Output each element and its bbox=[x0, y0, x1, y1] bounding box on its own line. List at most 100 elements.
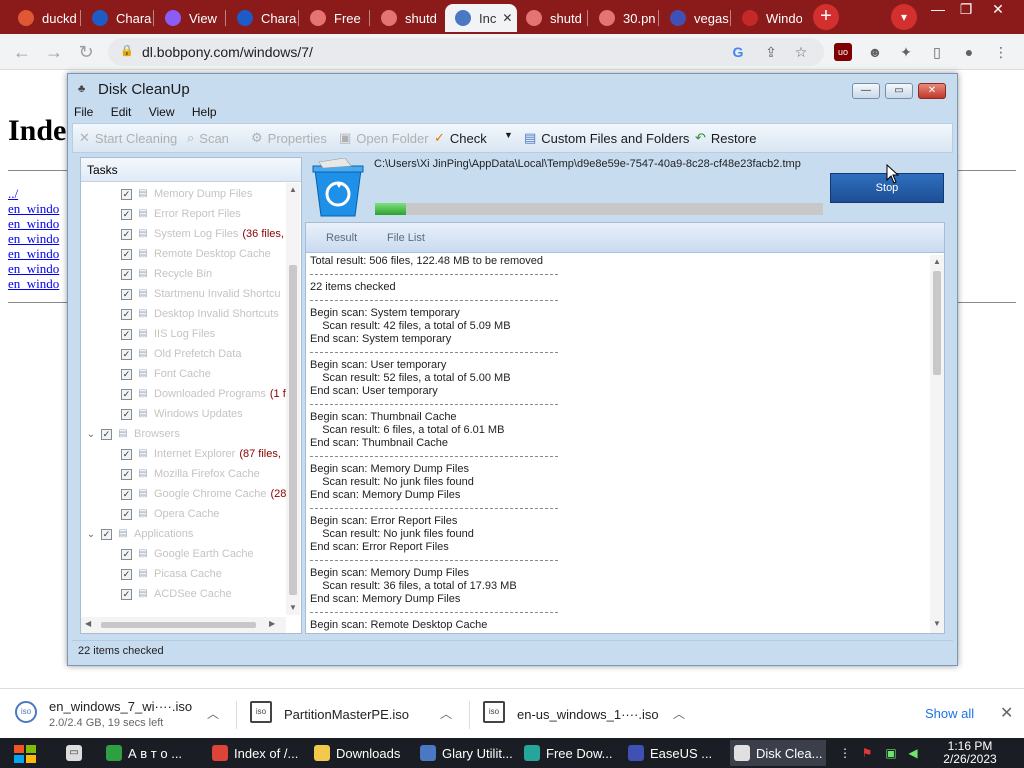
close-icon[interactable]: ✕ bbox=[1000, 703, 1013, 723]
task-item[interactable]: ✓ ▤ Mozilla Firefox Cache bbox=[81, 465, 287, 483]
profile-icon[interactable]: ● bbox=[960, 43, 978, 61]
taskbar-button[interactable]: А в т о ... bbox=[102, 740, 200, 766]
task-checkbox[interactable]: ✓ bbox=[121, 288, 132, 300]
task-item[interactable]: ✓ ▤ Internet Explorer (87 files, bbox=[81, 445, 287, 463]
browser-tab[interactable]: shutd bbox=[371, 4, 441, 32]
task-checkbox[interactable]: ✓ bbox=[101, 528, 112, 540]
network-icon[interactable]: ▣ bbox=[884, 746, 898, 760]
task-checkbox[interactable]: ✓ bbox=[121, 308, 132, 320]
tasks-vertical-scrollbar[interactable]: ▲ ▼ bbox=[286, 183, 300, 615]
window-maximize-button[interactable]: ▭ bbox=[885, 83, 913, 99]
share-icon[interactable]: ⇪ bbox=[762, 43, 780, 61]
window-close-button[interactable]: ✕ bbox=[918, 83, 946, 99]
taskbar-button[interactable]: Free Dow... bbox=[520, 740, 618, 766]
scroll-thumb[interactable] bbox=[101, 622, 256, 628]
expand-chevron-icon[interactable]: ⌄ bbox=[85, 429, 97, 440]
browser-tab[interactable]: shutd bbox=[516, 4, 586, 32]
tab-file-list[interactable]: File List bbox=[387, 232, 425, 244]
menu-edit[interactable]: Edit bbox=[111, 105, 132, 119]
task-checkbox[interactable]: ✓ bbox=[121, 388, 132, 400]
side-panel-icon[interactable]: ▯ bbox=[928, 43, 946, 61]
taskbar-button[interactable]: Downloads bbox=[310, 740, 410, 766]
windows-start-icon[interactable] bbox=[8, 743, 42, 765]
menu-view[interactable]: View bbox=[149, 105, 175, 119]
task-item[interactable]: ✓ ▤ ACDSee Cache bbox=[81, 585, 287, 603]
chevron-up-icon[interactable]: ︿ bbox=[207, 705, 219, 722]
task-checkbox[interactable]: ✓ bbox=[121, 468, 132, 480]
task-item[interactable]: ✓ ▤ Font Cache bbox=[81, 365, 287, 383]
task-item[interactable]: ✓ ▤ Startmenu Invalid Shortcu bbox=[81, 285, 287, 303]
window-minimize-button[interactable]: — bbox=[852, 83, 880, 99]
tab-close-icon[interactable]: ✕ bbox=[502, 11, 512, 25]
check-button[interactable]: ✓ Check bbox=[434, 130, 487, 146]
file-link[interactable]: en_windo bbox=[8, 276, 59, 292]
show-all-link[interactable]: Show all bbox=[925, 706, 974, 721]
restore-icon[interactable]: ❐ bbox=[950, 0, 982, 20]
browser-tab[interactable]: Chara bbox=[82, 4, 152, 32]
tab-search-button[interactable]: ▾ bbox=[891, 4, 917, 30]
taskbar-button[interactable]: Glary Utilit... bbox=[416, 740, 514, 766]
task-item[interactable]: ✓ ▤ Desktop Invalid Shortcuts bbox=[81, 305, 287, 323]
task-checkbox[interactable]: ✓ bbox=[121, 348, 132, 360]
download-item[interactable]: iso en-us_windows_1····.iso ︿ bbox=[483, 697, 693, 731]
new-tab-button[interactable]: + bbox=[813, 4, 839, 30]
scroll-down-arrow-icon[interactable]: ▼ bbox=[289, 603, 297, 612]
file-link[interactable]: en_windo bbox=[8, 246, 59, 262]
task-checkbox[interactable]: ✓ bbox=[121, 188, 132, 200]
task-checkbox[interactable]: ✓ bbox=[121, 228, 132, 240]
task-item[interactable]: ✓ ▤ Google Chrome Cache (28 bbox=[81, 485, 287, 503]
task-item[interactable]: ✓ ▤ Recycle Bin bbox=[81, 265, 287, 283]
overflow-kebab-icon[interactable]: ⋮ bbox=[838, 746, 852, 760]
browser-tab[interactable]: View bbox=[155, 4, 225, 32]
task-item[interactable]: ✓ ▤ Downloaded Programs (1 f bbox=[81, 385, 287, 403]
address-bar[interactable]: 🔒 dl.bobpony.com/windows/7/ bbox=[108, 38, 824, 66]
check-dropdown-chevron-icon[interactable]: ▼ bbox=[504, 130, 513, 140]
task-item[interactable]: ✓ ▤ Error Report Files bbox=[81, 205, 287, 223]
browser-tab[interactable]: Free bbox=[300, 4, 370, 32]
menu-help[interactable]: Help bbox=[192, 105, 217, 119]
restore-button[interactable]: ↶ Restore bbox=[695, 130, 756, 146]
custom-files-button[interactable]: ▤ Custom Files and Folders bbox=[524, 130, 689, 146]
open-folder-button[interactable]: ▣ Open Folder bbox=[339, 130, 429, 146]
menu-kebab-icon[interactable]: ⋮ bbox=[992, 43, 1010, 61]
puzzle-icon[interactable]: ✦ bbox=[897, 43, 915, 61]
extension-avatar-icon[interactable]: ☻ bbox=[866, 43, 884, 61]
back-arrow-icon[interactable]: ← bbox=[10, 41, 34, 65]
task-checkbox[interactable]: ✓ bbox=[121, 588, 132, 600]
task-item[interactable]: ✓ ▤ IIS Log Files bbox=[81, 325, 287, 343]
browser-tab[interactable]: vegas bbox=[660, 4, 730, 32]
chevron-up-icon[interactable]: ︿ bbox=[440, 705, 452, 722]
task-item[interactable]: ✓ ▤ Picasa Cache bbox=[81, 565, 287, 583]
reload-icon[interactable]: ↻ bbox=[74, 41, 98, 65]
browser-tab[interactable]: duckd bbox=[8, 4, 78, 32]
show-desktop-button[interactable]: ▭ bbox=[66, 740, 92, 766]
task-checkbox[interactable]: ✓ bbox=[121, 508, 132, 520]
start-cleaning-button[interactable]: ✕ Start Cleaning bbox=[79, 130, 177, 146]
log-vertical-scrollbar[interactable]: ▲ ▼ bbox=[930, 255, 944, 633]
task-item[interactable]: ✓ ▤ Google Earth Cache bbox=[81, 545, 287, 563]
scroll-thumb[interactable] bbox=[933, 271, 941, 375]
task-checkbox[interactable]: ✓ bbox=[121, 368, 132, 380]
task-item[interactable]: ✓ ▤ Opera Cache bbox=[81, 505, 287, 523]
taskbar-button[interactable]: Disk Clea... bbox=[730, 740, 826, 766]
task-checkbox[interactable]: ✓ bbox=[121, 248, 132, 260]
expand-chevron-icon[interactable]: ⌄ bbox=[85, 529, 97, 540]
task-checkbox[interactable]: ✓ bbox=[121, 268, 132, 280]
browser-tab[interactable]: 30.pn bbox=[589, 4, 659, 32]
download-item[interactable]: iso en_windows_7_wi····.iso 2.0/2.4 GB, … bbox=[15, 697, 235, 731]
menu-file[interactable]: File bbox=[74, 105, 93, 119]
scroll-left-arrow-icon[interactable]: ◀ bbox=[85, 619, 91, 628]
task-checkbox[interactable]: ✓ bbox=[121, 208, 132, 220]
scroll-down-arrow-icon[interactable]: ▼ bbox=[933, 619, 941, 628]
task-checkbox[interactable]: ✓ bbox=[101, 428, 112, 440]
parent-dir-link[interactable]: ../ bbox=[8, 186, 18, 202]
forward-arrow-icon[interactable]: → bbox=[42, 41, 66, 65]
taskbar-button[interactable]: Index of /... bbox=[208, 740, 304, 766]
system-clock[interactable]: 1:16 PM 2/26/2023 bbox=[940, 740, 1000, 766]
task-item[interactable]: ✓ ▤ Remote Desktop Cache bbox=[81, 245, 287, 263]
scroll-up-arrow-icon[interactable]: ▲ bbox=[933, 257, 941, 266]
download-item[interactable]: iso PartitionMasterPE.iso ︿ bbox=[250, 697, 460, 731]
task-item[interactable]: ✓ ▤ Old Prefetch Data bbox=[81, 345, 287, 363]
task-item[interactable]: ✓ ▤ System Log Files (36 files, bbox=[81, 225, 287, 243]
chevron-up-icon[interactable]: ︿ bbox=[673, 705, 685, 722]
